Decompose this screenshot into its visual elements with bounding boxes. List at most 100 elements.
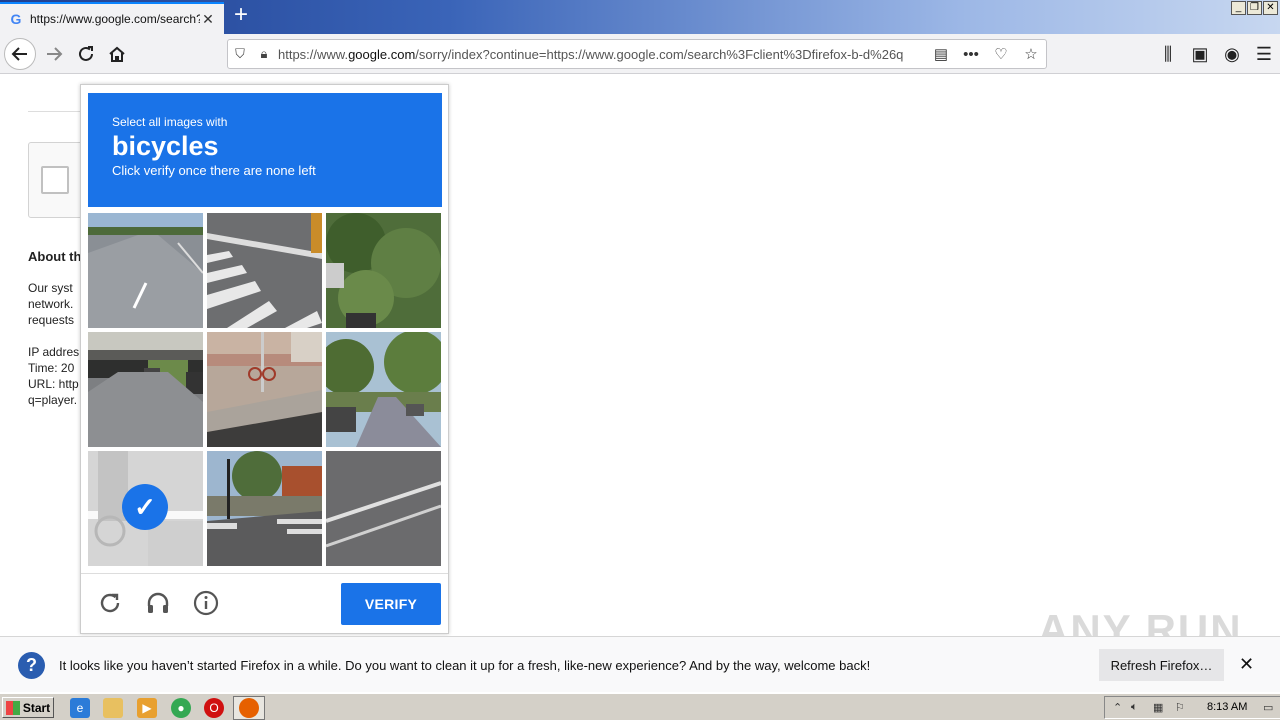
menu-button[interactable]: ☰ — [1248, 38, 1280, 70]
reload-icon — [79, 46, 93, 61]
account-button[interactable]: ◉ — [1216, 38, 1248, 70]
window-controls: _ ❐ ✕ — [1231, 1, 1278, 15]
home-button[interactable] — [101, 38, 133, 70]
minimize-button[interactable]: _ — [1231, 1, 1246, 15]
tile-image-tree-lined-street — [326, 332, 441, 447]
image-tile[interactable] — [326, 213, 441, 328]
target-object: bicycles — [112, 131, 219, 161]
restore-button[interactable]: ❐ — [1247, 1, 1262, 15]
system-tray: ⌃ 🔈︎ ▦ ⚐ 8:13 AM ▭ — [1104, 696, 1280, 719]
url-text[interactable]: https://www.google.com/sorry/index?conti… — [276, 47, 926, 62]
image-grid: ✓ — [88, 213, 442, 567]
image-tile[interactable] — [207, 332, 322, 447]
pocket-icon[interactable]: ♡ — [986, 45, 1016, 63]
browser-tab-active[interactable]: G https://www.google.com/search?c ✕ — [0, 2, 224, 34]
firefox-icon — [239, 698, 259, 718]
shield-icon[interactable]: ⛉ — [228, 46, 252, 62]
windows-logo-icon — [5, 700, 20, 715]
new-tab-button[interactable]: + — [230, 3, 252, 28]
action-center-flag-icon[interactable]: ⚐ — [1175, 701, 1185, 714]
reader-view-icon[interactable]: ▤ — [926, 45, 956, 63]
instruction-subtext: Click verify once there are none left — [112, 163, 316, 178]
volume-icon[interactable]: 🔈︎ — [1131, 701, 1138, 714]
tab-title: https://www.google.com/search?c — [30, 12, 200, 26]
lock-icon[interactable]: 🔒︎ — [252, 46, 276, 62]
time-line: Time: 20 — [28, 361, 75, 375]
window-titlebar: G https://www.google.com/search?c ✕ + _ … — [0, 0, 1280, 34]
google-favicon-icon: G — [10, 11, 22, 27]
start-label: Start — [22, 700, 51, 715]
tile-image-underpass — [88, 332, 203, 447]
hamburger-menu-icon: ☰ — [1255, 43, 1273, 64]
recaptcha-anchor-box — [28, 142, 88, 218]
tile-image-bicycle — [207, 332, 322, 447]
image-tile[interactable] — [88, 213, 203, 328]
image-tile[interactable] — [326, 332, 441, 447]
url-line: URL: http — [28, 377, 79, 391]
audio-challenge-button[interactable] — [143, 588, 173, 618]
navigation-toolbar: ⛉ 🔒︎ https://www.google.com/sorry/index?… — [0, 34, 1280, 74]
tray-expand-icon[interactable]: ⌃ — [1113, 701, 1122, 714]
instruction-text: Select all images with — [112, 115, 228, 129]
opera-icon[interactable]: O — [204, 698, 224, 718]
media-player-icon[interactable]: ▶ — [137, 698, 157, 718]
headphones-icon — [147, 592, 169, 613]
url-bar[interactable]: ⛉ 🔒︎ https://www.google.com/sorry/index?… — [227, 39, 1047, 69]
image-tile[interactable] — [207, 213, 322, 328]
image-tile[interactable] — [88, 332, 203, 447]
toolbar-right: ⫼ ▣ ◉ ☰ — [1152, 38, 1280, 70]
chrome-icon[interactable]: ● — [171, 698, 191, 718]
image-tile[interactable] — [207, 451, 322, 566]
library-icon: ⫼ — [1163, 43, 1173, 64]
account-icon: ◉ — [1224, 43, 1240, 64]
about-text-line: network. — [28, 297, 74, 311]
image-tile[interactable] — [326, 451, 441, 566]
divider — [28, 111, 88, 112]
recaptcha-challenge: Select all images with bicycles Click ve… — [80, 84, 449, 634]
close-notification-icon[interactable]: ✕ — [1239, 654, 1254, 675]
sidebar-button[interactable]: ▣ — [1184, 38, 1216, 70]
back-button[interactable] — [4, 38, 36, 70]
challenge-footer: VERIFY — [81, 573, 448, 633]
url-prefix: https://www. — [278, 46, 349, 62]
query-line: q=player. — [28, 393, 78, 407]
help-button[interactable] — [191, 588, 221, 618]
start-button[interactable]: Start — [2, 697, 54, 718]
reload-button[interactable] — [70, 38, 102, 70]
tile-image-trees — [326, 213, 441, 328]
clock[interactable]: 8:13 AM — [1207, 701, 1247, 713]
sidebar-icon: ▣ — [1191, 43, 1209, 64]
notification-message: It looks like you haven’t started Firefo… — [59, 658, 871, 673]
network-icon[interactable]: ▦ — [1153, 701, 1163, 714]
close-tab-icon[interactable]: ✕ — [200, 11, 216, 28]
bookmark-star-icon[interactable]: ☆ — [1016, 45, 1046, 63]
internet-explorer-icon[interactable]: e — [70, 698, 90, 718]
ip-address-line: IP addres — [28, 345, 80, 359]
firefox-taskbar-button[interactable] — [233, 696, 265, 720]
forward-button[interactable] — [38, 38, 70, 70]
about-heading: About th — [28, 249, 82, 264]
library-button[interactable]: ⫼ — [1152, 38, 1184, 70]
tile-image-intersection — [207, 451, 322, 566]
url-path: /sorry/index?continue=https://www.google… — [415, 46, 904, 62]
challenge-header: Select all images with bicycles Click ve… — [88, 93, 442, 207]
show-desktop-icon[interactable]: ▭ — [1263, 701, 1273, 714]
page-actions-icon[interactable]: ••• — [956, 46, 986, 63]
file-explorer-icon[interactable] — [103, 698, 123, 718]
refresh-firefox-button[interactable]: Refresh Firefox… — [1099, 649, 1224, 681]
info-icon — [193, 590, 219, 616]
about-text-line: requests — [28, 313, 75, 327]
close-window-button[interactable]: ✕ — [1263, 1, 1278, 15]
home-icon — [109, 46, 125, 62]
selected-check-icon: ✓ — [122, 484, 168, 530]
tile-image-road-stripes — [326, 451, 441, 566]
verify-button[interactable]: VERIFY — [341, 583, 441, 625]
tile-image-crosswalk — [207, 213, 322, 328]
tile-image-highway — [88, 213, 203, 328]
recaptcha-checkbox[interactable] — [41, 166, 69, 194]
forward-arrow-icon — [47, 47, 63, 61]
reload-challenge-button[interactable] — [95, 588, 125, 618]
question-icon: ? — [18, 652, 45, 679]
notification-bar: ? It looks like you haven’t started Fire… — [0, 636, 1280, 692]
back-arrow-icon — [11, 47, 27, 61]
